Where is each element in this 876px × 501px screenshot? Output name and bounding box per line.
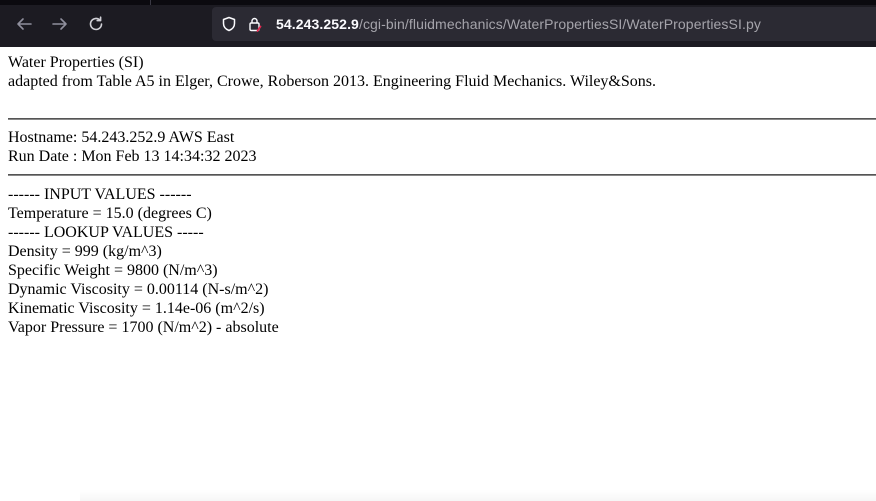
- reload-icon: [89, 16, 103, 31]
- tab-separator: [150, 0, 151, 5]
- back-arrow-icon: [17, 18, 32, 30]
- horizontal-rule: [8, 118, 876, 120]
- reload-button[interactable]: [85, 13, 107, 35]
- run-date-line: Run Date : Mon Feb 13 14:34:32 2023: [8, 148, 257, 165]
- source-citation: adapted from Table A5 in Elger, Crowe, R…: [8, 73, 656, 90]
- tab-strip-edge: [0, 0, 876, 5]
- horizontal-rule: [8, 174, 876, 176]
- address-bar[interactable]: 54.243.252.9/cgi-bin/fluidmechanics/Wate…: [212, 7, 876, 41]
- page-content: Water Properties (SI) adapted from Table…: [0, 47, 876, 501]
- browser-toolbar: 54.243.252.9/cgi-bin/fluidmechanics/Wate…: [0, 0, 876, 47]
- dynamic-viscosity-value: Dynamic Viscosity = 0.00114 (N-s/m^2): [8, 281, 269, 298]
- shield-icon[interactable]: [221, 16, 237, 32]
- url-host: 54.243.252.9: [276, 16, 359, 32]
- page-title: Water Properties (SI): [8, 54, 144, 71]
- back-button[interactable]: [13, 13, 35, 35]
- density-value: Density = 999 (kg/m^3): [8, 243, 162, 260]
- url-path: /cgi-bin/fluidmechanics/WaterPropertiesS…: [358, 16, 761, 32]
- bottom-shadow: [80, 490, 876, 501]
- forward-button[interactable]: [49, 13, 71, 35]
- temperature-value: Temperature = 15.0 (degrees C): [8, 205, 212, 222]
- lookup-values-header: ------ LOOKUP VALUES -----: [8, 224, 204, 241]
- lock-warning-icon[interactable]: [247, 16, 263, 32]
- input-values-header: ------ INPUT VALUES ------: [8, 186, 192, 203]
- forward-arrow-icon: [52, 18, 67, 30]
- vapor-pressure-value: Vapor Pressure = 1700 (N/m^2) - absolute: [8, 319, 279, 336]
- hostname-line: Hostname: 54.243.252.9 AWS East: [8, 129, 235, 146]
- kinematic-viscosity-value: Kinematic Viscosity = 1.14e-06 (m^2/s): [8, 300, 265, 317]
- specific-weight-value: Specific Weight = 9800 (N/m^3): [8, 262, 218, 279]
- url-text[interactable]: 54.243.252.9/cgi-bin/fluidmechanics/Wate…: [276, 16, 761, 32]
